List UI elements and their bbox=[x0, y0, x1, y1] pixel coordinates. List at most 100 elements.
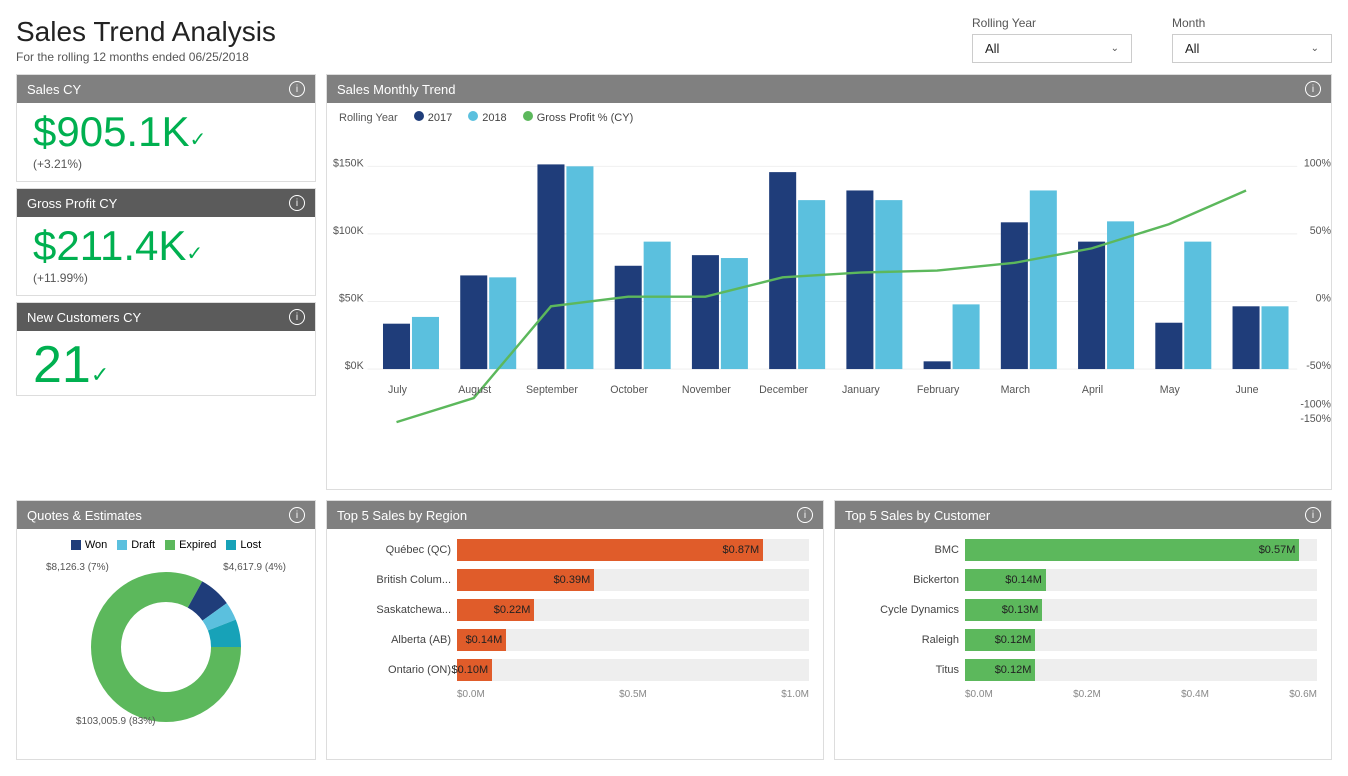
gross-profit-change: (+11.99%) bbox=[17, 271, 315, 295]
month-value: All bbox=[1185, 41, 1199, 56]
customer-label-5: Titus bbox=[849, 664, 959, 676]
new-customers-value: 21✓ bbox=[17, 331, 315, 395]
svg-text:$150K: $150K bbox=[333, 157, 364, 169]
svg-text:$100K: $100K bbox=[333, 225, 364, 237]
legend-2018-item: 2018 bbox=[468, 111, 506, 124]
svg-text:May: May bbox=[1160, 384, 1181, 396]
legend-draft: Draft bbox=[117, 539, 155, 551]
svg-text:January: January bbox=[842, 384, 880, 396]
legend-expired: Expired bbox=[165, 539, 216, 551]
gross-profit-value: $211.4K✓ bbox=[17, 217, 315, 271]
quotes-card: Quotes & Estimates i Won Draft Expired bbox=[16, 500, 316, 760]
customer-header: Top 5 Sales by Customer i bbox=[835, 501, 1331, 529]
segment-label-draft: $4,617.9 (4%) bbox=[223, 562, 286, 573]
page-title: Sales Trend Analysis bbox=[16, 16, 276, 48]
region-track-2: $0.39M bbox=[457, 569, 809, 591]
region-fill-3: $0.22M bbox=[457, 599, 534, 621]
page: Sales Trend Analysis For the rolling 12 … bbox=[0, 0, 1348, 776]
region-val-3: $0.22M bbox=[494, 604, 531, 616]
customer-fill-2: $0.14M bbox=[965, 569, 1046, 591]
region-val-5: $0.10M bbox=[451, 664, 488, 676]
header: Sales Trend Analysis For the rolling 12 … bbox=[16, 16, 1332, 64]
customer-label-3: Cycle Dynamics bbox=[849, 604, 959, 616]
region-fill-4: $0.14M bbox=[457, 629, 506, 651]
donut-area: Won Draft Expired Lost bbox=[17, 529, 315, 737]
region-label-2: British Colum... bbox=[341, 574, 451, 586]
region-bar-2: British Colum... $0.39M bbox=[341, 569, 809, 591]
region-bars: Québec (QC) $0.87M British Colum... $0.3… bbox=[327, 529, 823, 710]
svg-text:November: November bbox=[682, 384, 731, 396]
gross-profit-info[interactable]: i bbox=[289, 195, 305, 211]
region-track-1: $0.87M bbox=[457, 539, 809, 561]
region-fill-5: $0.10M bbox=[457, 659, 492, 681]
customer-bar-5: Titus $0.12M bbox=[849, 659, 1317, 681]
sales-trend-info[interactable]: i bbox=[1305, 81, 1321, 97]
new-customers-title: New Customers CY bbox=[27, 310, 141, 325]
sales-cy-title: Sales CY bbox=[27, 82, 81, 97]
customer-val-1: $0.57M bbox=[1259, 544, 1296, 556]
region-label-3: Saskatchewa... bbox=[341, 604, 451, 616]
region-axis: $0.0M $0.5M $1.0M bbox=[341, 689, 809, 700]
month-chevron: ⌄ bbox=[1311, 43, 1319, 54]
customer-fill-4: $0.12M bbox=[965, 629, 1035, 651]
sales-cy-value: $905.1K✓ bbox=[17, 103, 315, 157]
region-track-3: $0.22M bbox=[457, 599, 809, 621]
customer-bar-3: Cycle Dynamics $0.13M bbox=[849, 599, 1317, 621]
customer-label-2: Bickerton bbox=[849, 574, 959, 586]
region-track-5: $0.10M bbox=[457, 659, 809, 681]
customer-axis-06: $0.6M bbox=[1289, 689, 1317, 700]
region-info[interactable]: i bbox=[797, 507, 813, 523]
region-val-1: $0.87M bbox=[723, 544, 760, 556]
svg-text:August: August bbox=[458, 384, 491, 396]
svg-text:December: December bbox=[759, 384, 808, 396]
gross-profit-amount: $211.4K bbox=[33, 222, 186, 269]
rolling-year-select[interactable]: All ⌄ bbox=[972, 34, 1132, 63]
new-customers-amount: 21 bbox=[33, 336, 91, 394]
customer-axis: $0.0M $0.2M $0.4M $0.6M bbox=[849, 689, 1317, 700]
new-customers-info[interactable]: i bbox=[289, 309, 305, 325]
svg-text:$50K: $50K bbox=[339, 292, 364, 304]
region-bar-4: Alberta (AB) $0.14M bbox=[341, 629, 809, 651]
customer-track-1: $0.57M bbox=[965, 539, 1317, 561]
region-track-4: $0.14M bbox=[457, 629, 809, 651]
quotes-info[interactable]: i bbox=[289, 507, 305, 523]
rolling-year-value: All bbox=[985, 41, 999, 56]
expired-color bbox=[165, 540, 175, 550]
page-subtitle: For the rolling 12 months ended 06/25/20… bbox=[16, 50, 276, 64]
svg-text:100%: 100% bbox=[1304, 157, 1331, 169]
svg-text:-100%: -100% bbox=[1300, 399, 1331, 411]
region-header: Top 5 Sales by Region i bbox=[327, 501, 823, 529]
region-label-5: Ontario (ON) bbox=[341, 664, 451, 676]
gross-profit-trend: ✓ bbox=[186, 243, 203, 265]
sales-trend-card: Sales Monthly Trend i Rolling Year 2017 … bbox=[326, 74, 1332, 490]
main-content: Sales CY i $905.1K✓ (+3.21%) Gross Profi… bbox=[16, 74, 1332, 490]
lost-color bbox=[226, 540, 236, 550]
chart-legend: Rolling Year 2017 2018 Gross Profit % (C… bbox=[327, 103, 1331, 124]
won-color bbox=[71, 540, 81, 550]
month-select[interactable]: All ⌄ bbox=[1172, 34, 1332, 63]
legend-2017-label: 2017 bbox=[428, 112, 452, 124]
svg-text:April: April bbox=[1082, 384, 1103, 396]
customer-track-5: $0.12M bbox=[965, 659, 1317, 681]
sales-trend-title: Sales Monthly Trend bbox=[337, 82, 456, 97]
region-axis-05: $0.5M bbox=[619, 689, 647, 700]
new-customers-header: New Customers CY i bbox=[17, 303, 315, 331]
legend-2017-item: 2017 bbox=[414, 111, 452, 124]
region-title: Top 5 Sales by Region bbox=[337, 508, 467, 523]
svg-text:March: March bbox=[1001, 384, 1031, 396]
region-bar-1: Québec (QC) $0.87M bbox=[341, 539, 809, 561]
legend-won: Won bbox=[71, 539, 107, 551]
region-val-2: $0.39M bbox=[554, 574, 591, 586]
legend-lost: Lost bbox=[226, 539, 261, 551]
customer-info[interactable]: i bbox=[1305, 507, 1321, 523]
customer-track-3: $0.13M bbox=[965, 599, 1317, 621]
draft-label: Draft bbox=[131, 539, 155, 551]
sales-cy-info[interactable]: i bbox=[289, 81, 305, 97]
svg-text:0%: 0% bbox=[1316, 292, 1331, 304]
region-axis-1: $1.0M bbox=[781, 689, 809, 700]
gross-profit-card: Gross Profit CY i $211.4K✓ (+11.99%) bbox=[16, 188, 316, 296]
customer-bar-4: Raleigh $0.12M bbox=[849, 629, 1317, 651]
expired-label: Expired bbox=[179, 539, 216, 551]
gross-profit-header: Gross Profit CY i bbox=[17, 189, 315, 217]
quotes-title: Quotes & Estimates bbox=[27, 508, 142, 523]
